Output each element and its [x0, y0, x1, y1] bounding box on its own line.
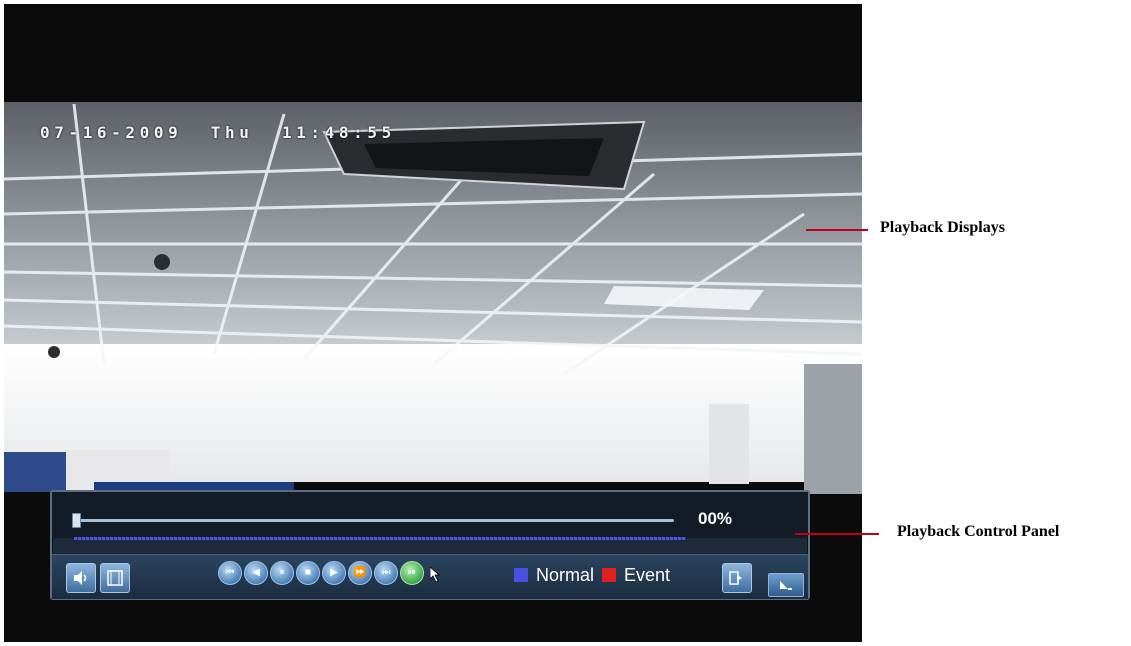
- play-icon: ▶: [330, 567, 338, 578]
- playback-buttons: ⏮ ◀ ⏸ ■ ▶ ⏩ ⏭ ⏯: [218, 561, 424, 585]
- callout-line-displays: [806, 229, 868, 231]
- clip-button[interactable]: [100, 563, 130, 593]
- fast-forward-button[interactable]: ⏩: [348, 561, 372, 585]
- clip-icon: [107, 570, 123, 586]
- skip-back-button[interactable]: ⏮: [218, 561, 242, 585]
- progress-row: 00%: [52, 492, 808, 540]
- progress-percent: 00%: [698, 509, 733, 528]
- callout-line-control-panel: [795, 533, 879, 535]
- skip-back-icon: ⏮: [225, 567, 235, 578]
- fast-forward-icon: ⏩: [353, 567, 367, 578]
- stop-button[interactable]: ■: [296, 561, 320, 585]
- play-button[interactable]: ▶: [322, 561, 346, 585]
- mouse-cursor-icon: [430, 567, 441, 583]
- pause-button[interactable]: ⏸: [270, 561, 294, 585]
- hide-panel-button[interactable]: [768, 573, 804, 597]
- pause-icon: ⏸: [279, 567, 285, 578]
- exit-button[interactable]: [722, 563, 752, 593]
- stop-icon: ■: [304, 567, 312, 578]
- callout-playback-control-panel: Playback Control Panel: [897, 523, 1060, 540]
- osd-timestamp: 07-16-2009 Thu 11:48:55: [40, 123, 396, 142]
- exit-icon: [729, 571, 742, 585]
- record-timeline-bar[interactable]: [74, 537, 686, 540]
- reverse-play-button[interactable]: ◀: [244, 561, 268, 585]
- slow-forward-icon: ⏭: [381, 567, 391, 578]
- slow-forward-button[interactable]: ⏭: [374, 561, 398, 585]
- audio-button[interactable]: [66, 563, 96, 593]
- step-forward-button[interactable]: ⏯: [400, 561, 424, 585]
- event-swatch: [602, 568, 617, 582]
- playback-control-panel: 00% ⏮ ◀ ⏸ ■ ▶ ⏩ ⏭ ⏯ Normal Event: [50, 490, 810, 600]
- normal-swatch: [514, 568, 528, 582]
- progress-track[interactable]: [74, 519, 674, 522]
- progress-thumb[interactable]: [72, 513, 81, 528]
- event-label: Event: [624, 564, 671, 585]
- audio-icon: [74, 571, 87, 585]
- hide-panel-icon: [780, 581, 792, 590]
- controls-row: ⏮ ◀ ⏸ ■ ▶ ⏩ ⏭ ⏯ Normal Event: [52, 554, 808, 599]
- step-forward-icon: ⏯: [408, 567, 416, 578]
- callout-playback-displays: Playback Displays: [880, 219, 1005, 236]
- record-type-legend: Normal Event: [514, 561, 678, 589]
- reverse-play-icon: ◀: [252, 567, 260, 578]
- normal-label: Normal: [536, 564, 595, 585]
